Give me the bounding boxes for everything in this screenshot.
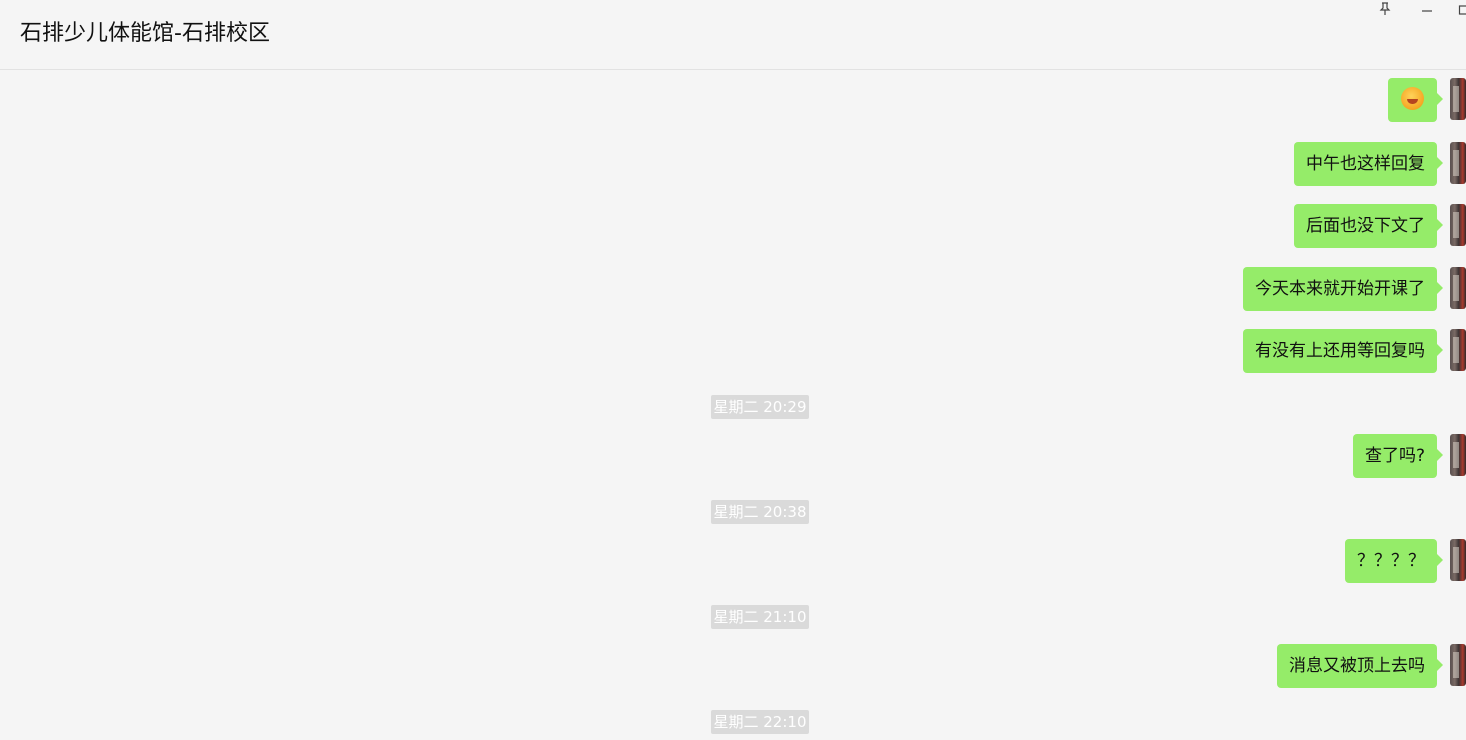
message-row: 今天本来就开始开课了 (1066, 267, 1466, 311)
avatar[interactable] (1450, 267, 1466, 309)
message-row: 消息又被顶上去吗 (1066, 644, 1466, 688)
maximize-button[interactable] (1456, 0, 1466, 18)
minimize-button[interactable] (1416, 0, 1438, 18)
minimize-icon (1422, 10, 1432, 12)
timestamp: 星期二 20:38 (711, 500, 809, 524)
message-row: ？？？？ (1066, 539, 1466, 583)
message-bubble[interactable]: 查了吗? (1352, 434, 1444, 478)
message-bubble[interactable]: 中午也这样回复 (1294, 142, 1443, 186)
chat-title: 石排少儿体能馆-石排校区 (20, 21, 270, 46)
avatar[interactable] (1450, 142, 1466, 184)
laughing-crying-emoji-icon (1401, 86, 1424, 110)
avatar[interactable] (1450, 644, 1466, 686)
timestamp: 星期二 20:29 (711, 395, 809, 419)
message-row (1266, 78, 1466, 122)
timestamp: 星期二 21:10 (711, 605, 809, 629)
message-row: 有没有上还用等回复吗 (1066, 329, 1466, 373)
message-bubble[interactable] (1388, 78, 1443, 122)
title-bar: 石排少儿体能馆-石排校区 (0, 0, 1466, 70)
pin-icon (1379, 2, 1391, 15)
message-row: 查了吗? (1066, 434, 1466, 478)
message-bubble[interactable]: 有没有上还用等回复吗 (1243, 329, 1443, 373)
message-row: 后面也没下文了 (1066, 204, 1466, 248)
message-list[interactable]: 中午也这样回复 后面也没下文了 今天本来就开始开课了 有没有上还用等回复吗 星期… (0, 70, 1466, 740)
message-bubble[interactable]: ？？？？ (1345, 539, 1443, 583)
avatar[interactable] (1450, 329, 1466, 371)
pin-button[interactable] (1374, 0, 1396, 18)
chat-window: 石排少儿体能馆-石排校区 中午也这样回复 后面也没下文了 今天本来就开始开课了 … (0, 0, 1466, 740)
avatar[interactable] (1450, 204, 1466, 246)
message-row: 中午也这样回复 (1066, 142, 1466, 186)
message-bubble[interactable]: 后面也没下文了 (1294, 204, 1443, 248)
message-bubble[interactable]: 消息又被顶上去吗 (1277, 644, 1443, 688)
avatar[interactable] (1450, 539, 1466, 581)
timestamp: 星期二 22:10 (711, 710, 809, 734)
maximize-icon (1458, 5, 1466, 15)
avatar[interactable] (1450, 78, 1466, 120)
avatar[interactable] (1450, 434, 1466, 476)
message-bubble[interactable]: 今天本来就开始开课了 (1243, 267, 1443, 311)
